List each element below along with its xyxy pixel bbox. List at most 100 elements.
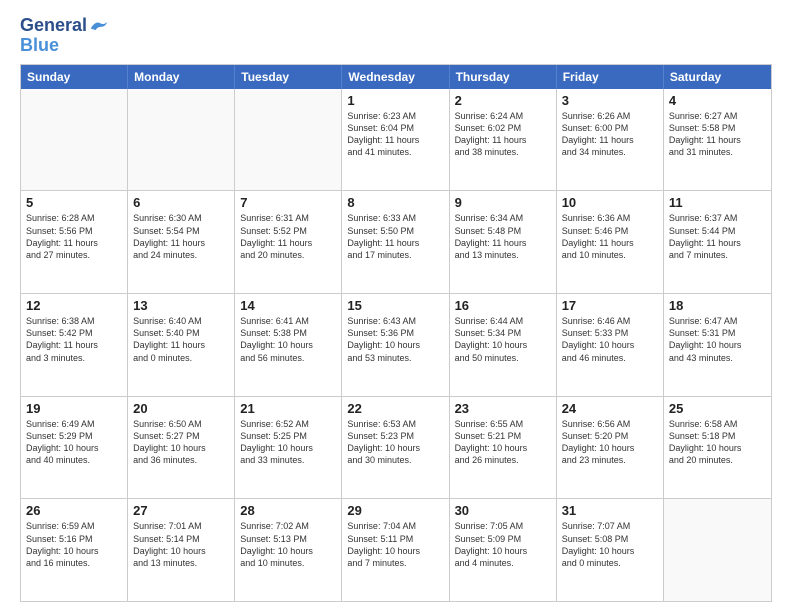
calendar-cell-day-18: 18 Sunrise: 6:47 AM Sunset: 5:31 PM Dayli… — [664, 294, 771, 396]
logo-bird-icon — [89, 16, 109, 36]
header: General Blue — [20, 16, 772, 56]
calendar-cell-day-29: 29 Sunrise: 7:04 AM Sunset: 5:11 PM Dayli… — [342, 499, 449, 601]
calendar-cell-day-9: 9 Sunrise: 6:34 AM Sunset: 5:48 PM Daylig… — [450, 191, 557, 293]
calendar-cell-day-15: 15Sunrise: 6:43 AM Sunset: 5:36 PM Dayli… — [342, 294, 449, 396]
calendar-cell-day-7: 7 Sunrise: 6:31 AM Sunset: 5:52 PM Daylig… — [235, 191, 342, 293]
calendar-cell-day-12: 12 Sunrise: 6:38 AM Sunset: 5:42 PM Dayli… — [21, 294, 128, 396]
day-number: 17 — [562, 298, 658, 313]
day-number: 12 — [26, 298, 122, 313]
cell-sun-info: Sunrise: 6:50 AM Sunset: 5:27 PM Dayligh… — [133, 418, 229, 467]
cell-sun-info: Sunrise: 6:55 AM Sunset: 5:21 PM Dayligh… — [455, 418, 551, 467]
weekday-header-thursday: Thursday — [450, 65, 557, 89]
calendar-cell-empty — [21, 89, 128, 191]
day-number: 7 — [240, 195, 336, 210]
calendar-cell-empty — [235, 89, 342, 191]
page: General Blue SundayMondayTuesdayWednesda… — [0, 0, 792, 612]
calendar-cell-day-21: 21Sunrise: 6:52 AM Sunset: 5:25 PM Dayli… — [235, 397, 342, 499]
cell-sun-info: Sunrise: 6:26 AM Sunset: 6:00 PM Dayligh… — [562, 110, 658, 159]
day-number: 6 — [133, 195, 229, 210]
calendar-row-1: 1Sunrise: 6:23 AM Sunset: 6:04 PM Daylig… — [21, 89, 771, 191]
weekday-header-sunday: Sunday — [21, 65, 128, 89]
calendar-cell-day-11: 11 Sunrise: 6:37 AM Sunset: 5:44 PM Dayli… — [664, 191, 771, 293]
cell-sun-info: Sunrise: 7:07 AM Sunset: 5:08 PM Dayligh… — [562, 520, 658, 569]
calendar-cell-day-23: 23 Sunrise: 6:55 AM Sunset: 5:21 PM Dayli… — [450, 397, 557, 499]
calendar-body: 1Sunrise: 6:23 AM Sunset: 6:04 PM Daylig… — [21, 89, 771, 601]
day-number: 4 — [669, 93, 766, 108]
cell-sun-info: Sunrise: 6:36 AM Sunset: 5:46 PM Dayligh… — [562, 212, 658, 261]
day-number: 28 — [240, 503, 336, 518]
day-number: 16 — [455, 298, 551, 313]
day-number: 14 — [240, 298, 336, 313]
day-number: 8 — [347, 195, 443, 210]
day-number: 9 — [455, 195, 551, 210]
weekday-header-saturday: Saturday — [664, 65, 771, 89]
calendar-cell-day-6: 6 Sunrise: 6:30 AM Sunset: 5:54 PM Daylig… — [128, 191, 235, 293]
day-number: 29 — [347, 503, 443, 518]
day-number: 5 — [26, 195, 122, 210]
day-number: 1 — [347, 93, 443, 108]
day-number: 24 — [562, 401, 658, 416]
calendar-cell-day-25: 25 Sunrise: 6:58 AM Sunset: 5:18 PM Dayli… — [664, 397, 771, 499]
day-number: 23 — [455, 401, 551, 416]
calendar-cell-day-31: 31 Sunrise: 7:07 AM Sunset: 5:08 PM Dayli… — [557, 499, 664, 601]
calendar-cell-day-17: 17 Sunrise: 6:46 AM Sunset: 5:33 PM Dayli… — [557, 294, 664, 396]
cell-sun-info: Sunrise: 6:49 AM Sunset: 5:29 PM Dayligh… — [26, 418, 122, 467]
day-number: 2 — [455, 93, 551, 108]
calendar-row-2: 5 Sunrise: 6:28 AM Sunset: 5:56 PM Daylig… — [21, 190, 771, 293]
calendar-cell-empty — [664, 499, 771, 601]
cell-sun-info: Sunrise: 6:30 AM Sunset: 5:54 PM Dayligh… — [133, 212, 229, 261]
calendar-cell-day-14: 14 Sunrise: 6:41 AM Sunset: 5:38 PM Dayli… — [235, 294, 342, 396]
calendar-cell-day-13: 13 Sunrise: 6:40 AM Sunset: 5:40 PM Dayli… — [128, 294, 235, 396]
cell-sun-info: Sunrise: 6:56 AM Sunset: 5:20 PM Dayligh… — [562, 418, 658, 467]
day-number: 22 — [347, 401, 443, 416]
cell-sun-info: Sunrise: 6:41 AM Sunset: 5:38 PM Dayligh… — [240, 315, 336, 364]
calendar-row-4: 19 Sunrise: 6:49 AM Sunset: 5:29 PM Dayli… — [21, 396, 771, 499]
day-number: 18 — [669, 298, 766, 313]
day-number: 31 — [562, 503, 658, 518]
calendar-cell-day-26: 26Sunrise: 6:59 AM Sunset: 5:16 PM Dayli… — [21, 499, 128, 601]
calendar-cell-day-19: 19 Sunrise: 6:49 AM Sunset: 5:29 PM Dayli… — [21, 397, 128, 499]
cell-sun-info: Sunrise: 6:58 AM Sunset: 5:18 PM Dayligh… — [669, 418, 766, 467]
calendar-cell-day-27: 27Sunrise: 7:01 AM Sunset: 5:14 PM Dayli… — [128, 499, 235, 601]
calendar-cell-day-4: 4 Sunrise: 6:27 AM Sunset: 5:58 PM Daylig… — [664, 89, 771, 191]
day-number: 13 — [133, 298, 229, 313]
cell-sun-info: Sunrise: 7:02 AM Sunset: 5:13 PM Dayligh… — [240, 520, 336, 569]
cell-sun-info: Sunrise: 6:27 AM Sunset: 5:58 PM Dayligh… — [669, 110, 766, 159]
calendar-cell-empty — [128, 89, 235, 191]
cell-sun-info: Sunrise: 6:38 AM Sunset: 5:42 PM Dayligh… — [26, 315, 122, 364]
weekday-header-friday: Friday — [557, 65, 664, 89]
calendar-cell-day-22: 22 Sunrise: 6:53 AM Sunset: 5:23 PM Dayli… — [342, 397, 449, 499]
cell-sun-info: Sunrise: 7:01 AM Sunset: 5:14 PM Dayligh… — [133, 520, 229, 569]
calendar-cell-day-28: 28 Sunrise: 7:02 AM Sunset: 5:13 PM Dayli… — [235, 499, 342, 601]
weekday-header-tuesday: Tuesday — [235, 65, 342, 89]
day-number: 3 — [562, 93, 658, 108]
calendar-cell-day-1: 1Sunrise: 6:23 AM Sunset: 6:04 PM Daylig… — [342, 89, 449, 191]
cell-sun-info: Sunrise: 6:31 AM Sunset: 5:52 PM Dayligh… — [240, 212, 336, 261]
cell-sun-info: Sunrise: 6:47 AM Sunset: 5:31 PM Dayligh… — [669, 315, 766, 364]
cell-sun-info: Sunrise: 6:40 AM Sunset: 5:40 PM Dayligh… — [133, 315, 229, 364]
calendar-header: SundayMondayTuesdayWednesdayThursdayFrid… — [21, 65, 771, 89]
logo: General Blue — [20, 16, 109, 56]
cell-sun-info: Sunrise: 6:59 AM Sunset: 5:16 PM Dayligh… — [26, 520, 122, 569]
day-number: 10 — [562, 195, 658, 210]
cell-sun-info: Sunrise: 6:53 AM Sunset: 5:23 PM Dayligh… — [347, 418, 443, 467]
day-number: 25 — [669, 401, 766, 416]
calendar-cell-day-2: 2Sunrise: 6:24 AM Sunset: 6:02 PM Daylig… — [450, 89, 557, 191]
calendar-cell-day-20: 20Sunrise: 6:50 AM Sunset: 5:27 PM Dayli… — [128, 397, 235, 499]
day-number: 15 — [347, 298, 443, 313]
calendar-cell-day-10: 10 Sunrise: 6:36 AM Sunset: 5:46 PM Dayli… — [557, 191, 664, 293]
cell-sun-info: Sunrise: 7:04 AM Sunset: 5:11 PM Dayligh… — [347, 520, 443, 569]
calendar-cell-day-3: 3 Sunrise: 6:26 AM Sunset: 6:00 PM Daylig… — [557, 89, 664, 191]
calendar-cell-day-16: 16Sunrise: 6:44 AM Sunset: 5:34 PM Dayli… — [450, 294, 557, 396]
cell-sun-info: Sunrise: 6:28 AM Sunset: 5:56 PM Dayligh… — [26, 212, 122, 261]
day-number: 11 — [669, 195, 766, 210]
cell-sun-info: Sunrise: 6:34 AM Sunset: 5:48 PM Dayligh… — [455, 212, 551, 261]
cell-sun-info: Sunrise: 6:37 AM Sunset: 5:44 PM Dayligh… — [669, 212, 766, 261]
cell-sun-info: Sunrise: 6:46 AM Sunset: 5:33 PM Dayligh… — [562, 315, 658, 364]
cell-sun-info: Sunrise: 6:52 AM Sunset: 5:25 PM Dayligh… — [240, 418, 336, 467]
calendar: SundayMondayTuesdayWednesdayThursdayFrid… — [20, 64, 772, 602]
day-number: 19 — [26, 401, 122, 416]
logo-text-general: General — [20, 16, 87, 36]
calendar-cell-day-24: 24 Sunrise: 6:56 AM Sunset: 5:20 PM Dayli… — [557, 397, 664, 499]
calendar-cell-day-5: 5 Sunrise: 6:28 AM Sunset: 5:56 PM Daylig… — [21, 191, 128, 293]
